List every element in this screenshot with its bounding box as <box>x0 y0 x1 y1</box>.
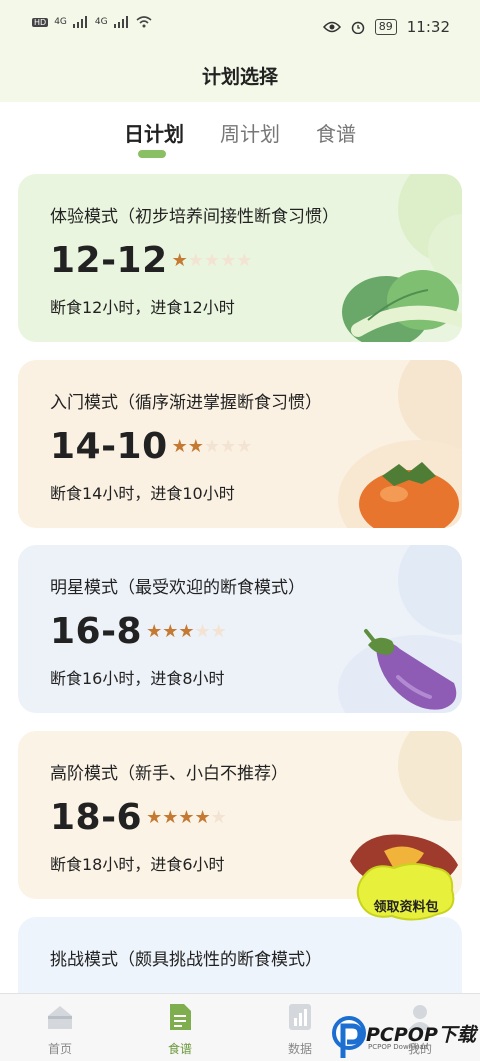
watermark-sub: PCPOP Download <box>368 1043 429 1051</box>
plan-card-trial[interactable]: 体验模式（初步培养间接性断食习惯） 12-12 ★★★★★ 断食12小时，进食1… <box>18 174 462 342</box>
rating-stars: ★★★★★ <box>172 250 253 271</box>
star-icon: ★ <box>162 621 179 642</box>
star-icon: ★ <box>146 621 163 642</box>
tab-recipes-label: 食谱 <box>316 122 356 146</box>
plan-subtitle: 高阶模式（新手、小白不推荐） <box>50 764 288 784</box>
star-icon: ★ <box>203 436 221 457</box>
star-icon: ★ <box>171 436 188 457</box>
plan-mode: 14-10 <box>50 426 168 467</box>
rating-stars: ★★★★★ <box>146 807 227 828</box>
persimmon-icon <box>359 462 459 528</box>
plan-subtitle: 入门模式（循序渐进掌握断食习惯） <box>50 393 322 413</box>
signal-label-2: 4G <box>94 17 108 27</box>
tab-weekly-plan-label: 周计划 <box>220 122 280 146</box>
plan-description: 断食14小时，进食10小时 <box>50 484 235 503</box>
plan-mode-row: 16-8 ★★★★★ <box>50 611 227 652</box>
rating-stars: ★★★★★ <box>146 621 227 642</box>
tab-daily-plan[interactable]: 日计划 <box>124 118 184 158</box>
star-icon: ★ <box>146 807 163 828</box>
decor-blob <box>398 360 462 450</box>
plan-card-star[interactable]: 明星模式（最受欢迎的断食模式） 16-8 ★★★★★ 断食16小时，进食8小时 <box>18 545 462 713</box>
star-icon: ★ <box>220 250 237 271</box>
star-icon: ★ <box>162 807 179 828</box>
plan-description: 断食18小时，进食6小时 <box>50 855 225 874</box>
plan-mode: 18-6 <box>50 797 143 838</box>
chart-icon <box>289 1004 311 1030</box>
plan-mode-row: 18-6 ★★★★★ <box>50 797 227 838</box>
nav-home[interactable]: 首页 <box>0 994 120 1061</box>
nav-home-label: 首页 <box>47 1042 72 1056</box>
eye-icon <box>322 21 341 33</box>
plan-description: 断食16小时，进食8小时 <box>50 669 225 688</box>
nav-recipes[interactable]: 食谱 <box>120 994 240 1061</box>
star-icon: ★ <box>178 807 195 828</box>
star-icon: ★ <box>220 436 237 457</box>
home-icon <box>48 1006 72 1029</box>
star-icon: ★ <box>194 807 211 828</box>
bok-choy-icon <box>342 270 462 342</box>
signal-icon-2 <box>113 16 128 28</box>
tab-recipes[interactable]: 食谱 <box>316 118 356 147</box>
star-icon: ★ <box>203 250 221 271</box>
promo-badge-label: 领取资料包 <box>373 900 439 915</box>
rating-stars: ★★★★★ <box>172 436 253 457</box>
plan-mode-row: 14-10 ★★★★★ <box>50 426 252 467</box>
plan-mode-row: 12-12 ★★★★★ <box>50 240 252 281</box>
plan-card-beginner[interactable]: 入门模式（循序渐进掌握断食习惯） 14-10 ★★★★★ 断食14小时，进食10… <box>18 360 462 528</box>
battery-indicator: 89 <box>374 19 397 35</box>
tab-daily-plan-label: 日计划 <box>124 122 184 146</box>
star-icon: ★ <box>210 621 227 642</box>
signal-label: 4G <box>54 17 67 27</box>
status-right: 89 11:32 <box>322 18 450 36</box>
promo-badge[interactable]: 领取资料包 <box>354 862 458 922</box>
star-icon: ★ <box>178 621 195 642</box>
active-tab-indicator <box>138 150 166 158</box>
eggplant-icon <box>364 629 457 710</box>
wifi-icon <box>136 16 152 28</box>
star-icon: ★ <box>194 621 211 642</box>
document-icon <box>170 1004 191 1030</box>
star-icon: ★ <box>236 250 253 271</box>
decor-blob <box>398 731 462 821</box>
plan-subtitle: 挑战模式（颇具挑战性的断食模式） <box>50 950 322 970</box>
status-left: HD 4G 4G <box>32 16 152 28</box>
star-icon: ★ <box>187 250 204 271</box>
plan-mode: 16-8 <box>50 611 143 652</box>
watermark: PCPOP下载 PCPOP Download <box>330 1016 480 1061</box>
plan-subtitle: 体验模式（初步培养间接性断食习惯） <box>50 207 339 227</box>
star-icon: ★ <box>210 807 227 828</box>
star-icon: ★ <box>171 250 188 271</box>
plan-subtitle: 明星模式（最受欢迎的断食模式） <box>50 578 305 598</box>
decor-blob <box>398 545 462 635</box>
hd-badge: HD <box>32 17 49 27</box>
plan-tabs: 日计划 周计划 食谱 <box>0 118 480 158</box>
status-bar: HD 4G 4G 89 11:32 <box>0 0 480 50</box>
page-title: 计划选择 <box>201 66 278 88</box>
star-icon: ★ <box>236 436 253 457</box>
alarm-icon <box>351 21 365 34</box>
watermark-logo-icon <box>332 1016 366 1058</box>
plan-mode: 12-12 <box>50 240 168 281</box>
nav-recipes-label: 食谱 <box>167 1042 192 1056</box>
clock: 11:32 <box>406 18 450 36</box>
tab-weekly-plan[interactable]: 周计划 <box>220 118 280 147</box>
plan-description: 断食12小时，进食12小时 <box>50 298 235 317</box>
star-icon: ★ <box>187 436 204 457</box>
signal-icon <box>72 16 87 28</box>
